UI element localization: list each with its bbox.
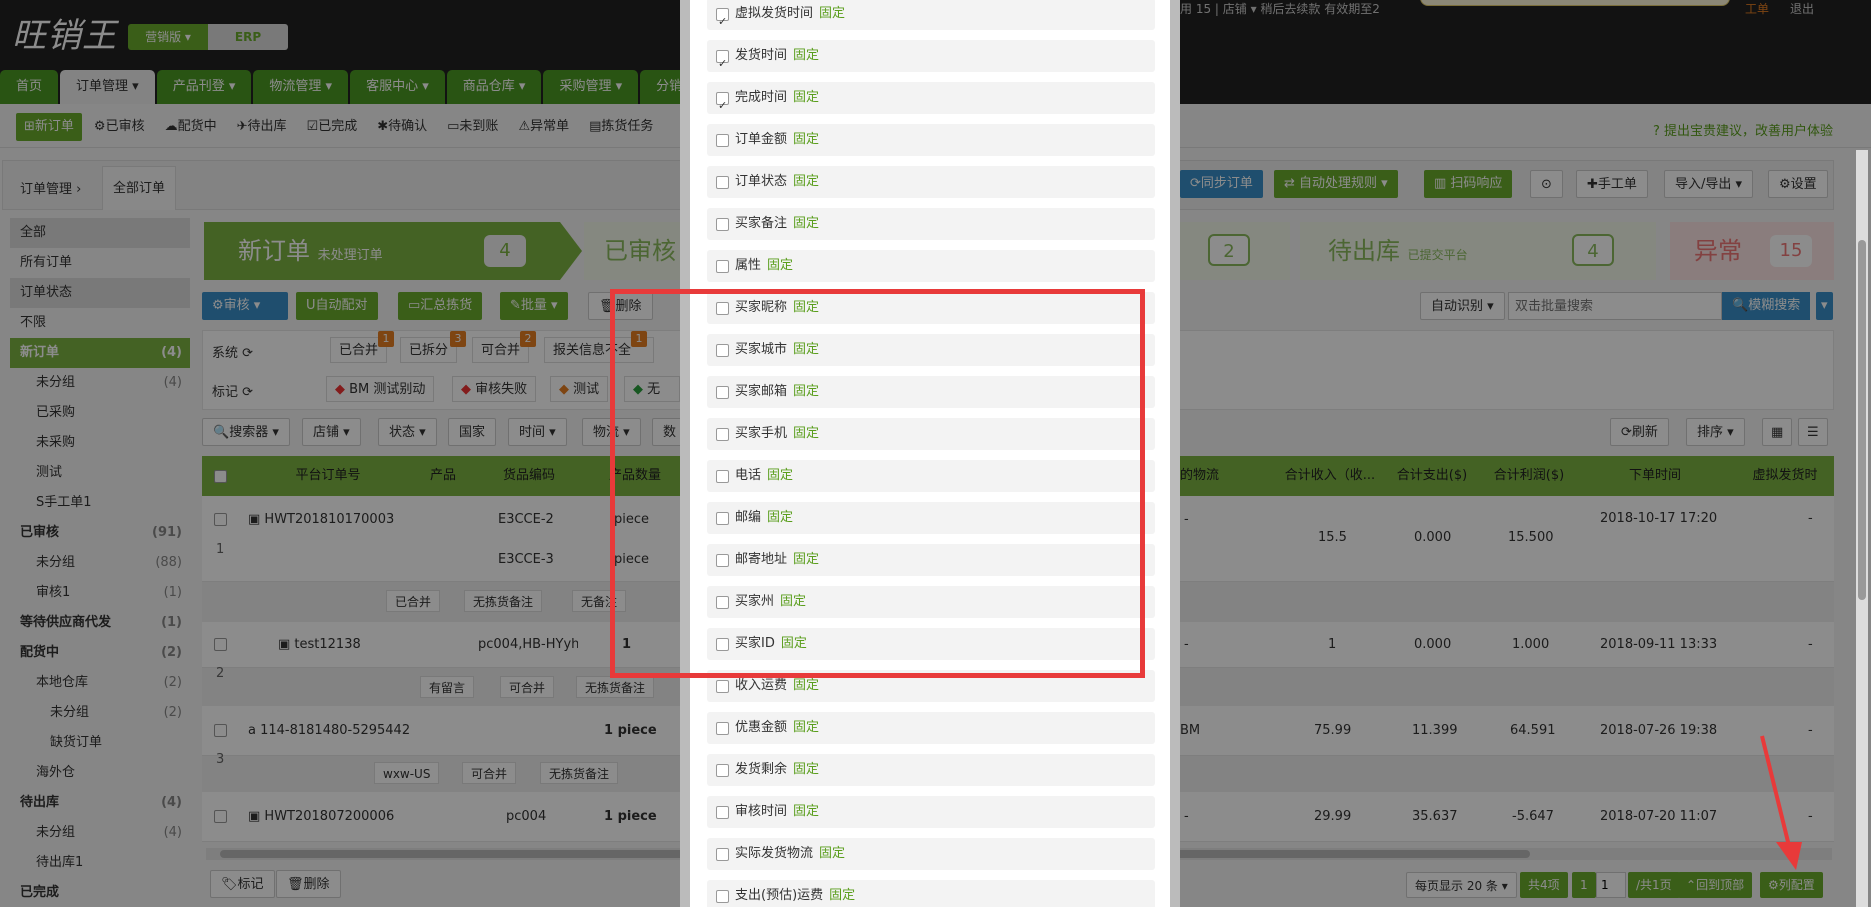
- fixed-link[interactable]: 固定: [793, 678, 819, 693]
- fixed-link[interactable]: 固定: [793, 48, 819, 63]
- column-option-label: 订单状态 固定: [735, 166, 819, 198]
- highlight-box: [610, 289, 1145, 678]
- column-checkbox[interactable]: [716, 260, 729, 273]
- column-checkbox[interactable]: [716, 722, 729, 735]
- column-option[interactable]: 优惠金额 固定: [707, 712, 1155, 744]
- column-checkbox[interactable]: [716, 90, 729, 122]
- column-option[interactable]: 审核时间 固定: [707, 796, 1155, 828]
- column-name: 订单状态: [735, 174, 788, 189]
- column-option-label: 买家备注 固定: [735, 208, 819, 240]
- column-name: 订单金额: [735, 132, 788, 147]
- column-option[interactable]: 虚拟发货时间固定: [707, 0, 1155, 38]
- column-name: 收入运费: [735, 678, 788, 693]
- column-name: 审核时间: [735, 804, 788, 819]
- column-name: 发货剩余: [735, 762, 788, 777]
- column-option-label: 发货时间 固定: [735, 40, 819, 72]
- column-name: 优惠金额: [735, 720, 788, 735]
- column-name: 属性: [735, 258, 762, 273]
- column-option[interactable]: 订单金额 固定: [707, 124, 1155, 156]
- column-option[interactable]: 支出(预估)运费 固定: [707, 880, 1155, 907]
- column-name: 发货时间: [735, 48, 788, 63]
- column-option-label: 虚拟发货时间 固定: [735, 0, 845, 30]
- column-checkbox[interactable]: [716, 6, 729, 38]
- fixed-link[interactable]: 固定: [767, 258, 793, 273]
- column-checkbox[interactable]: [716, 218, 729, 231]
- fixed-link[interactable]: 固定: [793, 720, 819, 735]
- column-option-label: 订单金额 固定: [735, 124, 819, 156]
- page-scrollbar-thumb[interactable]: [1858, 240, 1866, 600]
- column-option[interactable]: 发货剩余 固定: [707, 754, 1155, 786]
- column-checkbox[interactable]: [716, 48, 729, 80]
- column-checkbox[interactable]: [716, 806, 729, 819]
- column-checkbox[interactable]: [716, 848, 729, 861]
- column-checkbox[interactable]: [716, 680, 729, 693]
- column-checkbox[interactable]: [716, 134, 729, 147]
- column-checkbox[interactable]: [716, 176, 729, 189]
- column-option-label: 发货剩余 固定: [735, 754, 819, 786]
- panel-edge: [1170, 0, 1180, 907]
- column-option[interactable]: 订单状态 固定: [707, 166, 1155, 198]
- fixed-link[interactable]: 固定: [793, 174, 819, 189]
- column-option-label: 实际发货物流 固定: [735, 838, 845, 870]
- fixed-link[interactable]: 固定: [793, 216, 819, 231]
- red-arrow: [1760, 735, 1802, 870]
- fixed-link[interactable]: 固定: [819, 6, 845, 21]
- fixed-link[interactable]: 固定: [793, 90, 819, 105]
- column-checkbox[interactable]: [716, 890, 729, 903]
- column-name: 实际发货物流: [735, 846, 814, 861]
- fixed-link[interactable]: 固定: [819, 846, 845, 861]
- column-option-label: 支出(预估)运费 固定: [735, 880, 855, 907]
- column-option[interactable]: 买家备注 固定: [707, 208, 1155, 240]
- column-option-label: 优惠金额 固定: [735, 712, 819, 744]
- column-checkbox[interactable]: [716, 764, 729, 777]
- column-name: 支出(预估)运费: [735, 888, 824, 903]
- fixed-link[interactable]: 固定: [793, 132, 819, 147]
- column-option[interactable]: 完成时间固定: [707, 82, 1155, 122]
- fixed-link[interactable]: 固定: [793, 804, 819, 819]
- column-option[interactable]: 属性 固定: [707, 250, 1155, 282]
- column-option[interactable]: 发货时间固定: [707, 40, 1155, 80]
- column-name: 买家备注: [735, 216, 788, 231]
- column-option-label: 属性 固定: [735, 250, 793, 282]
- column-option-label: 完成时间 固定: [735, 82, 819, 114]
- column-name: 虚拟发货时间: [735, 6, 814, 21]
- column-option-label: 审核时间 固定: [735, 796, 819, 828]
- column-name: 完成时间: [735, 90, 788, 105]
- fixed-link[interactable]: 固定: [829, 888, 855, 903]
- fixed-link[interactable]: 固定: [793, 762, 819, 777]
- column-option[interactable]: 实际发货物流 固定: [707, 838, 1155, 870]
